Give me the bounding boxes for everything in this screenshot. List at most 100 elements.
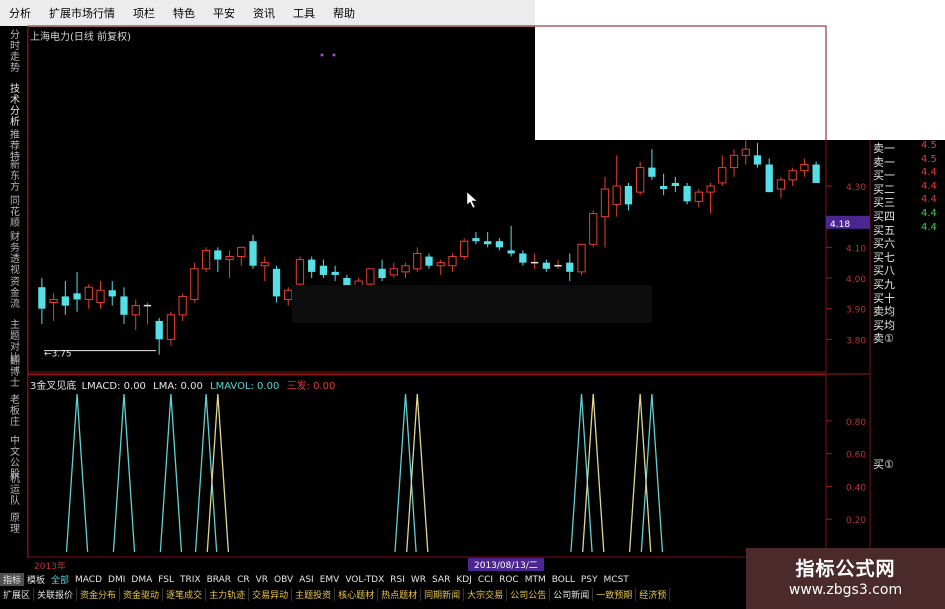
function-tab-9[interactable]: 热点题材 (378, 587, 422, 601)
candle-body-28 (366, 268, 375, 285)
indicator-spike-0-1 (112, 393, 136, 553)
watermark-title: 指标公式网 (795, 558, 896, 580)
function-tab-1[interactable]: 关联报价 (34, 587, 78, 601)
candle-body-8 (131, 305, 140, 316)
indicator-tab-emv[interactable]: EMV (317, 575, 343, 585)
indicator-tab-roc[interactable]: ROC (496, 575, 522, 585)
indicator-tab-dmi[interactable]: DMI (105, 575, 128, 585)
indicator-tab-vol-tdx[interactable]: VOL-TDX (342, 575, 387, 585)
indicator-tab-asi[interactable]: ASI (296, 575, 317, 585)
indicator-tab-wr[interactable]: WR (408, 575, 429, 585)
order-book-price-1: 4.5 (921, 153, 937, 165)
candle-body-5 (96, 289, 105, 304)
function-tab-14[interactable]: 一致预期 (593, 587, 637, 601)
indicator-tab-boll[interactable]: BOLL (549, 575, 578, 585)
indicator-title: 3金叉见底 LMACD: 0.00 LMA: 0.00 LMAVOL: 0.00… (30, 377, 335, 392)
candle-body-38 (484, 241, 492, 245)
indicator-tab-rsi[interactable]: RSI (387, 575, 408, 585)
function-tab-4[interactable]: 逐笔成交 (163, 587, 207, 601)
ind-axis-label-0: 0.80 (846, 418, 866, 428)
indicator-tab-psy[interactable]: PSY (578, 575, 601, 585)
ind-axis-label-1: 0.60 (846, 451, 866, 461)
indicator-tab-模板[interactable]: 模板 (24, 573, 48, 586)
indicator-spike-0-4 (394, 393, 417, 553)
indicator-tab-cr[interactable]: CR (234, 575, 253, 585)
function-tab-5[interactable]: 主力轨迹 (206, 587, 250, 601)
indicator-tab-trix[interactable]: TRIX (177, 575, 204, 585)
candle-body-6 (108, 290, 116, 297)
indicator-tab-全部[interactable]: 全部 (48, 573, 72, 586)
candle-body-20 (272, 268, 281, 297)
function-tab-15[interactable]: 经济预 (636, 587, 671, 601)
candle-body-61 (753, 155, 762, 165)
function-tab-0[interactable]: 扩展区 (0, 587, 35, 601)
date-axis: 2013年 2013/08/13/二 (28, 558, 746, 572)
order-book-price-4: 4.4 (921, 194, 937, 206)
indicator-tab-cci[interactable]: CCI (475, 575, 496, 585)
candle-body-12 (178, 295, 187, 316)
candle-body-51 (636, 167, 645, 193)
indicator-tab-brar[interactable]: BRAR (204, 575, 234, 585)
price-axis-label-1: 4.18 (830, 220, 850, 230)
indicator-tab-指标[interactable]: 指标 (0, 573, 25, 586)
candle-body-17 (237, 246, 246, 258)
candle-body-59 (729, 154, 739, 169)
date-label-center: 2013/08/13/二 (468, 558, 544, 571)
indicator-tab-fsl[interactable]: FSL (155, 575, 177, 585)
indicator-extra: 三发: 0.00 (286, 381, 336, 392)
function-tab-12[interactable]: 公司公告 (507, 587, 551, 601)
order-book-price-6: 4.4 (921, 221, 937, 233)
indicator-tab-macd[interactable]: MACD (72, 575, 105, 585)
order-book-price-5: 4.4 (921, 208, 937, 219)
candle-body-34 (436, 262, 445, 267)
candle-body-19 (260, 262, 269, 267)
indicator-spike-1-1 (406, 393, 429, 553)
candle-body-53 (659, 186, 668, 190)
indicator-tab-sar[interactable]: SAR (429, 575, 453, 585)
function-tab-11[interactable]: 大宗交易 (464, 587, 508, 601)
indicator-tab-obv[interactable]: OBV (271, 575, 296, 585)
candle-body-10 (155, 320, 163, 340)
candle-body-35 (448, 256, 457, 267)
order-book-price-2: 4.4 (921, 167, 937, 179)
function-tab-3[interactable]: 资金驱动 (120, 587, 164, 601)
candle-body-2 (61, 296, 69, 306)
indicator-tab-vr[interactable]: VR (253, 575, 271, 585)
function-tab-6[interactable]: 交易异动 (249, 587, 293, 601)
candle-body-18 (249, 241, 257, 266)
side-label: 买① (873, 458, 894, 471)
candle-body-56 (694, 191, 703, 202)
order-book-price-0: 4.5 (921, 140, 937, 151)
marker-dot-2 (332, 53, 336, 57)
watermark-url: www.zbgs3.com (788, 582, 903, 598)
indicator-spike-1-3 (628, 393, 652, 553)
function-tab-8[interactable]: 核心题材 (335, 587, 379, 601)
indicator-spike-0-3 (194, 393, 218, 553)
candle-body-63 (776, 179, 786, 190)
function-tab-13[interactable]: 公司新闻 (550, 587, 594, 601)
indicator-spike-1-0 (206, 393, 230, 553)
candle-body-31 (401, 265, 410, 273)
indicator-tab-kdj[interactable]: KDJ (453, 575, 475, 585)
candle-body-37 (472, 238, 480, 242)
watermark: 指标公式网 www.zbgs3.com (746, 548, 945, 609)
candle-body-32 (413, 252, 422, 270)
indicator-spike-0-6 (640, 393, 664, 553)
function-tab-2[interactable]: 资金分布 (77, 587, 121, 601)
candle-body-0 (38, 287, 46, 309)
indicator-tab-mcst[interactable]: MCST (601, 575, 632, 585)
function-tab-bar: 扩展区 关联报价 资金分布 资金驱动 逐笔成交 主力轨迹 交易异动 主题投资 核心题材 热点题材同… (0, 586, 760, 602)
candle-body-30 (389, 268, 398, 276)
function-tab-7[interactable]: 主题投资 (292, 587, 336, 601)
indicator-tab-dma[interactable]: DMA (128, 575, 155, 585)
indicator-tab-mtm[interactable]: MTM (522, 575, 549, 585)
candle-body-58 (718, 167, 727, 184)
order-book-label-14: 卖① (873, 332, 894, 346)
candle-body-54 (671, 182, 679, 186)
function-tab-10[interactable]: 同期新闻 (421, 587, 465, 601)
stock-title: 上海电力(日线 前复权) (30, 32, 131, 43)
candle-body-41 (519, 253, 527, 263)
candle-body-46 (577, 243, 586, 273)
indicator-lmacd: LMACD: 0.00 (81, 381, 146, 392)
candle-body-48 (600, 188, 610, 218)
